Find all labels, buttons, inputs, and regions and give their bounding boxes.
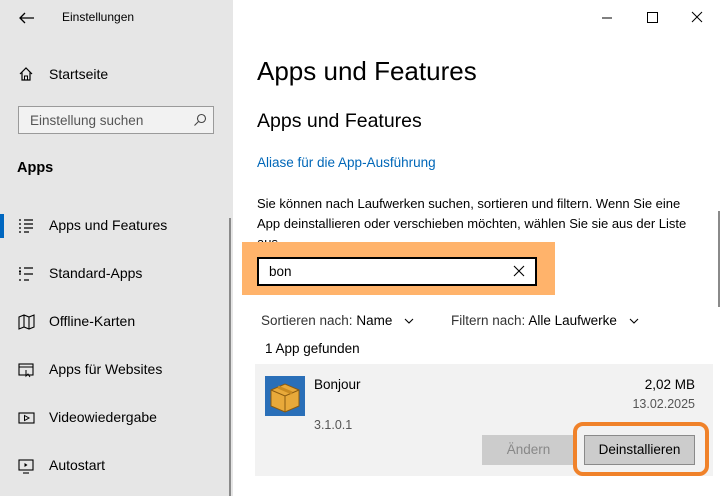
main-scrollbar[interactable] xyxy=(718,211,720,307)
app-search-value: bon xyxy=(269,264,292,279)
minimize-button[interactable] xyxy=(587,4,627,32)
filter-dropdown[interactable]: Filtern nach: Alle Laufwerke xyxy=(451,313,639,328)
sidebar-item-video-playback[interactable]: Videowiedergabe xyxy=(0,396,233,440)
sidebar-item-offline-maps[interactable]: Offline-Karten xyxy=(0,300,233,344)
modify-button[interactable]: Ändern xyxy=(482,435,575,465)
search-icon xyxy=(194,113,207,126)
sidebar-scrollbar[interactable] xyxy=(229,218,231,496)
app-alias-link[interactable]: Aliase für die App-Ausführung xyxy=(257,155,436,170)
close-icon xyxy=(691,11,703,23)
section-title: Apps und Features xyxy=(257,110,422,132)
app-size: 2,02 MB xyxy=(644,377,695,392)
app-search-input[interactable]: bon xyxy=(257,257,537,286)
chevron-down-icon xyxy=(629,319,639,325)
sidebar-item-label: Autostart xyxy=(49,457,106,473)
home-label: Startseite xyxy=(49,66,109,82)
startup-icon xyxy=(18,459,34,474)
titlebar-left: Einstellungen xyxy=(0,0,233,36)
app-name: Bonjour xyxy=(314,377,361,392)
sidebar: Einstellungen Startseite Einstellung suc… xyxy=(0,0,233,496)
sidebar-item-apps-websites[interactable]: Apps für Websites xyxy=(0,348,233,392)
sidebar-item-apps-features[interactable]: Apps und Features xyxy=(0,204,233,248)
result-count: 1 App gefunden xyxy=(265,341,360,356)
app-version: 3.1.0.1 xyxy=(314,418,353,432)
uninstall-button[interactable]: Deinstallieren xyxy=(584,435,695,465)
settings-search-input[interactable]: Einstellung suchen xyxy=(18,106,214,134)
sort-dropdown[interactable]: Sortieren nach: Name xyxy=(261,313,414,328)
apps-features-icon xyxy=(19,219,33,233)
filter-value: Alle Laufwerke xyxy=(528,313,617,328)
home-nav-item[interactable]: Startseite xyxy=(0,60,233,88)
sidebar-item-label: Videowiedergabe xyxy=(49,409,157,425)
sidebar-item-label: Offline-Karten xyxy=(49,313,136,329)
main-content: Apps und Features Apps und Features Alia… xyxy=(233,0,722,496)
sidebar-item-label: Standard-Apps xyxy=(49,265,143,281)
sidebar-section-title: Apps xyxy=(17,160,54,176)
default-apps-icon xyxy=(19,267,33,281)
sidebar-item-default-apps[interactable]: Standard-Apps xyxy=(0,252,233,296)
chevron-down-icon xyxy=(404,319,414,325)
sidebar-item-label: Apps und Features xyxy=(49,217,168,233)
back-arrow-icon xyxy=(19,12,34,24)
app-list-item[interactable]: Bonjour 2,02 MB 13.02.2025 3.1.0.1 Änder… xyxy=(255,364,713,476)
filter-label: Filtern nach: xyxy=(451,313,526,328)
sidebar-item-label: Apps für Websites xyxy=(49,361,163,377)
clear-search-icon[interactable] xyxy=(513,265,525,277)
sort-value: Name xyxy=(356,313,393,328)
page-title: Apps und Features xyxy=(257,56,477,86)
sidebar-item-autostart[interactable]: Autostart xyxy=(0,444,233,488)
app-install-date: 13.02.2025 xyxy=(632,397,695,411)
search-placeholder: Einstellung suchen xyxy=(30,113,144,128)
maximize-icon xyxy=(647,12,658,23)
map-icon xyxy=(18,314,35,330)
window-title: Einstellungen xyxy=(62,10,135,24)
close-window-button[interactable] xyxy=(677,4,717,32)
bonjour-app-icon xyxy=(265,376,305,416)
home-icon xyxy=(19,67,33,81)
minimize-icon xyxy=(602,17,612,19)
video-icon xyxy=(18,412,35,424)
sort-label: Sortieren nach: xyxy=(261,313,353,328)
back-button[interactable] xyxy=(14,7,38,29)
maximize-button[interactable] xyxy=(632,4,672,32)
web-apps-icon xyxy=(18,363,34,378)
